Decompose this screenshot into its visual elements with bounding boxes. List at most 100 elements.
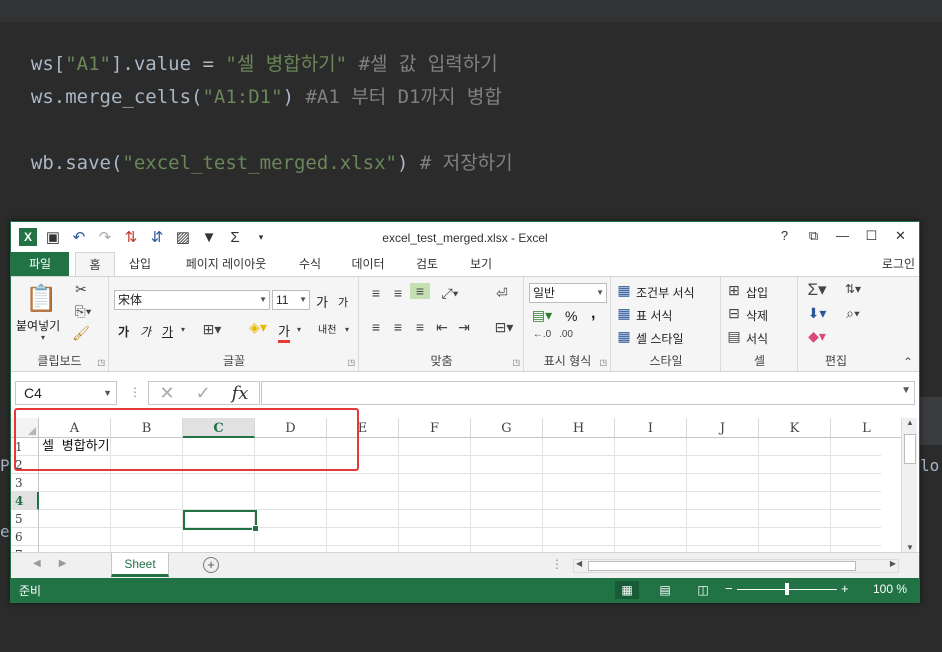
number-launcher-icon[interactable]: ◳ [599,358,607,367]
zoom-in-button[interactable]: + [841,581,849,596]
scroll-right-icon[interactable]: ▶ [890,559,896,568]
vertical-scrollbar[interactable]: ▲ ▼ [901,418,917,552]
insert-cells-icon[interactable]: ⊞ [726,282,742,299]
percent-button[interactable]: % [565,308,577,324]
font-size-select[interactable]: 11 ▼ [272,290,310,310]
tab-view[interactable]: 보기 [461,252,501,276]
number-format-select[interactable]: 일반 ▼ [529,283,607,303]
column-header-f[interactable]: F [399,418,471,438]
italic-button[interactable]: 가 [140,323,151,340]
code-line-4[interactable]: wb.save("excel_test_merged.xlsx") # 저장하기 [8,126,513,175]
delete-cells-button[interactable]: 삭제 [746,307,768,324]
copy-icon[interactable]: ⎘▾ [71,303,95,320]
zoom-out-button[interactable]: − [725,581,733,596]
cell-style-icon[interactable]: ▦ [616,328,632,345]
table-format-icon[interactable]: ▦ [616,305,632,322]
tab-home[interactable]: 홈 [75,252,115,276]
tab-data[interactable]: 데이터 [343,252,393,276]
column-header-l[interactable]: L [831,418,903,438]
tab-formulas[interactable]: 수식 [289,252,331,276]
fill-color-icon[interactable]: ◈▾ [244,319,272,336]
clear-icon[interactable]: ◆▾ [803,328,831,345]
format-painter-icon[interactable]: 🖌 [71,325,91,342]
login-link[interactable]: 로그인 [882,252,915,276]
align-left-icon[interactable]: ≡ [366,319,386,335]
normal-view-icon[interactable]: ▦ [615,581,639,599]
grow-font-button[interactable]: 가 [316,292,328,311]
align-right-icon[interactable]: ≡ [410,319,430,335]
ribbon-display-button[interactable]: ⧉ [799,228,828,244]
shrink-font-button[interactable]: 가 [338,294,348,310]
borders-icon[interactable]: ⊞▾ [198,321,226,338]
wrap-text-icon[interactable]: ⏎ [490,285,514,302]
insert-cells-button[interactable]: 삽입 [746,284,768,301]
increase-decimal-icon[interactable]: ←.0 [531,329,553,340]
expand-formula-icon[interactable]: ▼ [901,385,911,396]
increase-indent-icon[interactable]: ⇥ [454,319,474,336]
font-launcher-icon[interactable]: ◳ [347,358,355,367]
clipboard-launcher-icon[interactable]: ◳ [97,358,105,367]
font-color-button[interactable]: 가 [278,321,290,343]
help-button[interactable]: ? [770,228,799,244]
phonetic-dropdown-icon[interactable]: ▾ [342,325,352,334]
align-top-icon[interactable]: ≡ [366,285,386,301]
tab-file[interactable]: 파일 [11,252,69,276]
column-header-j[interactable]: J [687,418,759,438]
decrease-indent-icon[interactable]: ⇤ [432,319,452,336]
insert-function-button[interactable]: fx [232,383,249,404]
paste-button[interactable]: 붙여넣기 [16,317,60,334]
format-as-table-button[interactable]: 표 서식 [636,307,672,324]
row-header-6[interactable]: 6 [11,528,39,546]
sheet-tab[interactable]: Sheet [111,553,169,577]
align-bottom-icon[interactable]: ≡ [410,283,430,299]
align-center-icon[interactable]: ≡ [388,319,408,335]
paste-icon[interactable]: 📋 [25,283,57,314]
zoom-level[interactable]: 100 % [873,582,907,596]
font-color-dropdown-icon[interactable]: ▾ [294,325,304,334]
scroll-up-icon[interactable]: ▲ [902,418,918,427]
conditional-format-button[interactable]: 조건부 서식 [636,284,695,301]
bold-button[interactable]: 가 [118,323,129,340]
row-header-3[interactable]: 3 [11,474,39,492]
horizontal-scroll-thumb[interactable] [588,561,856,571]
tab-split-handle[interactable]: ⋮ [551,557,563,571]
code-line-2[interactable]: ws.merge_cells("A1:D1") #A1 부터 D1까지 병합 [8,60,502,109]
format-cells-icon[interactable]: ▤ [726,328,742,345]
find-select-icon[interactable]: ⌕▾ [839,305,867,322]
horizontal-scrollbar[interactable]: ◀ ▶ [573,559,899,573]
fill-icon[interactable]: ⬇▾ [803,305,831,322]
column-header-i[interactable]: I [615,418,687,438]
cancel-icon[interactable]: ✕ [159,383,174,404]
tab-page-layout[interactable]: 페이지 레이아웃 [171,252,281,276]
scroll-down-icon[interactable]: ▼ [902,543,918,552]
row-header-4[interactable]: 4 [11,492,39,510]
comma-button[interactable]: , [591,305,595,323]
phonetic-button[interactable]: 내천 [318,321,336,336]
conditional-format-icon[interactable]: ▦ [616,282,632,299]
sort-filter-icon[interactable]: ⇅▾ [839,282,867,296]
align-middle-icon[interactable]: ≡ [388,285,408,301]
orientation-icon[interactable]: ⤢▾ [436,285,464,302]
page-break-view-icon[interactable]: ◫ [691,581,715,599]
tab-insert[interactable]: 삽입 [119,252,161,276]
close-button[interactable]: ✕ [886,228,915,244]
maximize-button[interactable]: ☐ [857,228,886,244]
column-header-g[interactable]: G [471,418,543,438]
autosum-icon[interactable]: Σ▾ [803,280,831,300]
enter-icon[interactable]: ✓ [196,383,211,404]
underline-dropdown-icon[interactable]: ▾ [178,325,188,334]
format-cells-button[interactable]: 서식 [746,330,768,347]
delete-cells-icon[interactable]: ⊟ [726,305,742,322]
scroll-left-icon[interactable]: ◀ [576,559,582,568]
underline-button[interactable]: 가 [162,323,173,340]
cut-icon[interactable]: ✂ [71,281,91,298]
sheet-nav-arrows-icon[interactable]: ◀▶ [33,558,84,569]
row-header-5[interactable]: 5 [11,510,39,528]
alignment-launcher-icon[interactable]: ◳ [512,358,520,367]
page-layout-view-icon[interactable]: ▤ [653,581,677,599]
column-header-k[interactable]: K [759,418,831,438]
name-box[interactable]: C4 ▼ [15,381,117,405]
merge-center-icon[interactable]: ⊟▾ [490,319,518,336]
cell-styles-button[interactable]: 셀 스타일 [636,330,684,347]
add-sheet-icon[interactable]: + [203,557,219,573]
